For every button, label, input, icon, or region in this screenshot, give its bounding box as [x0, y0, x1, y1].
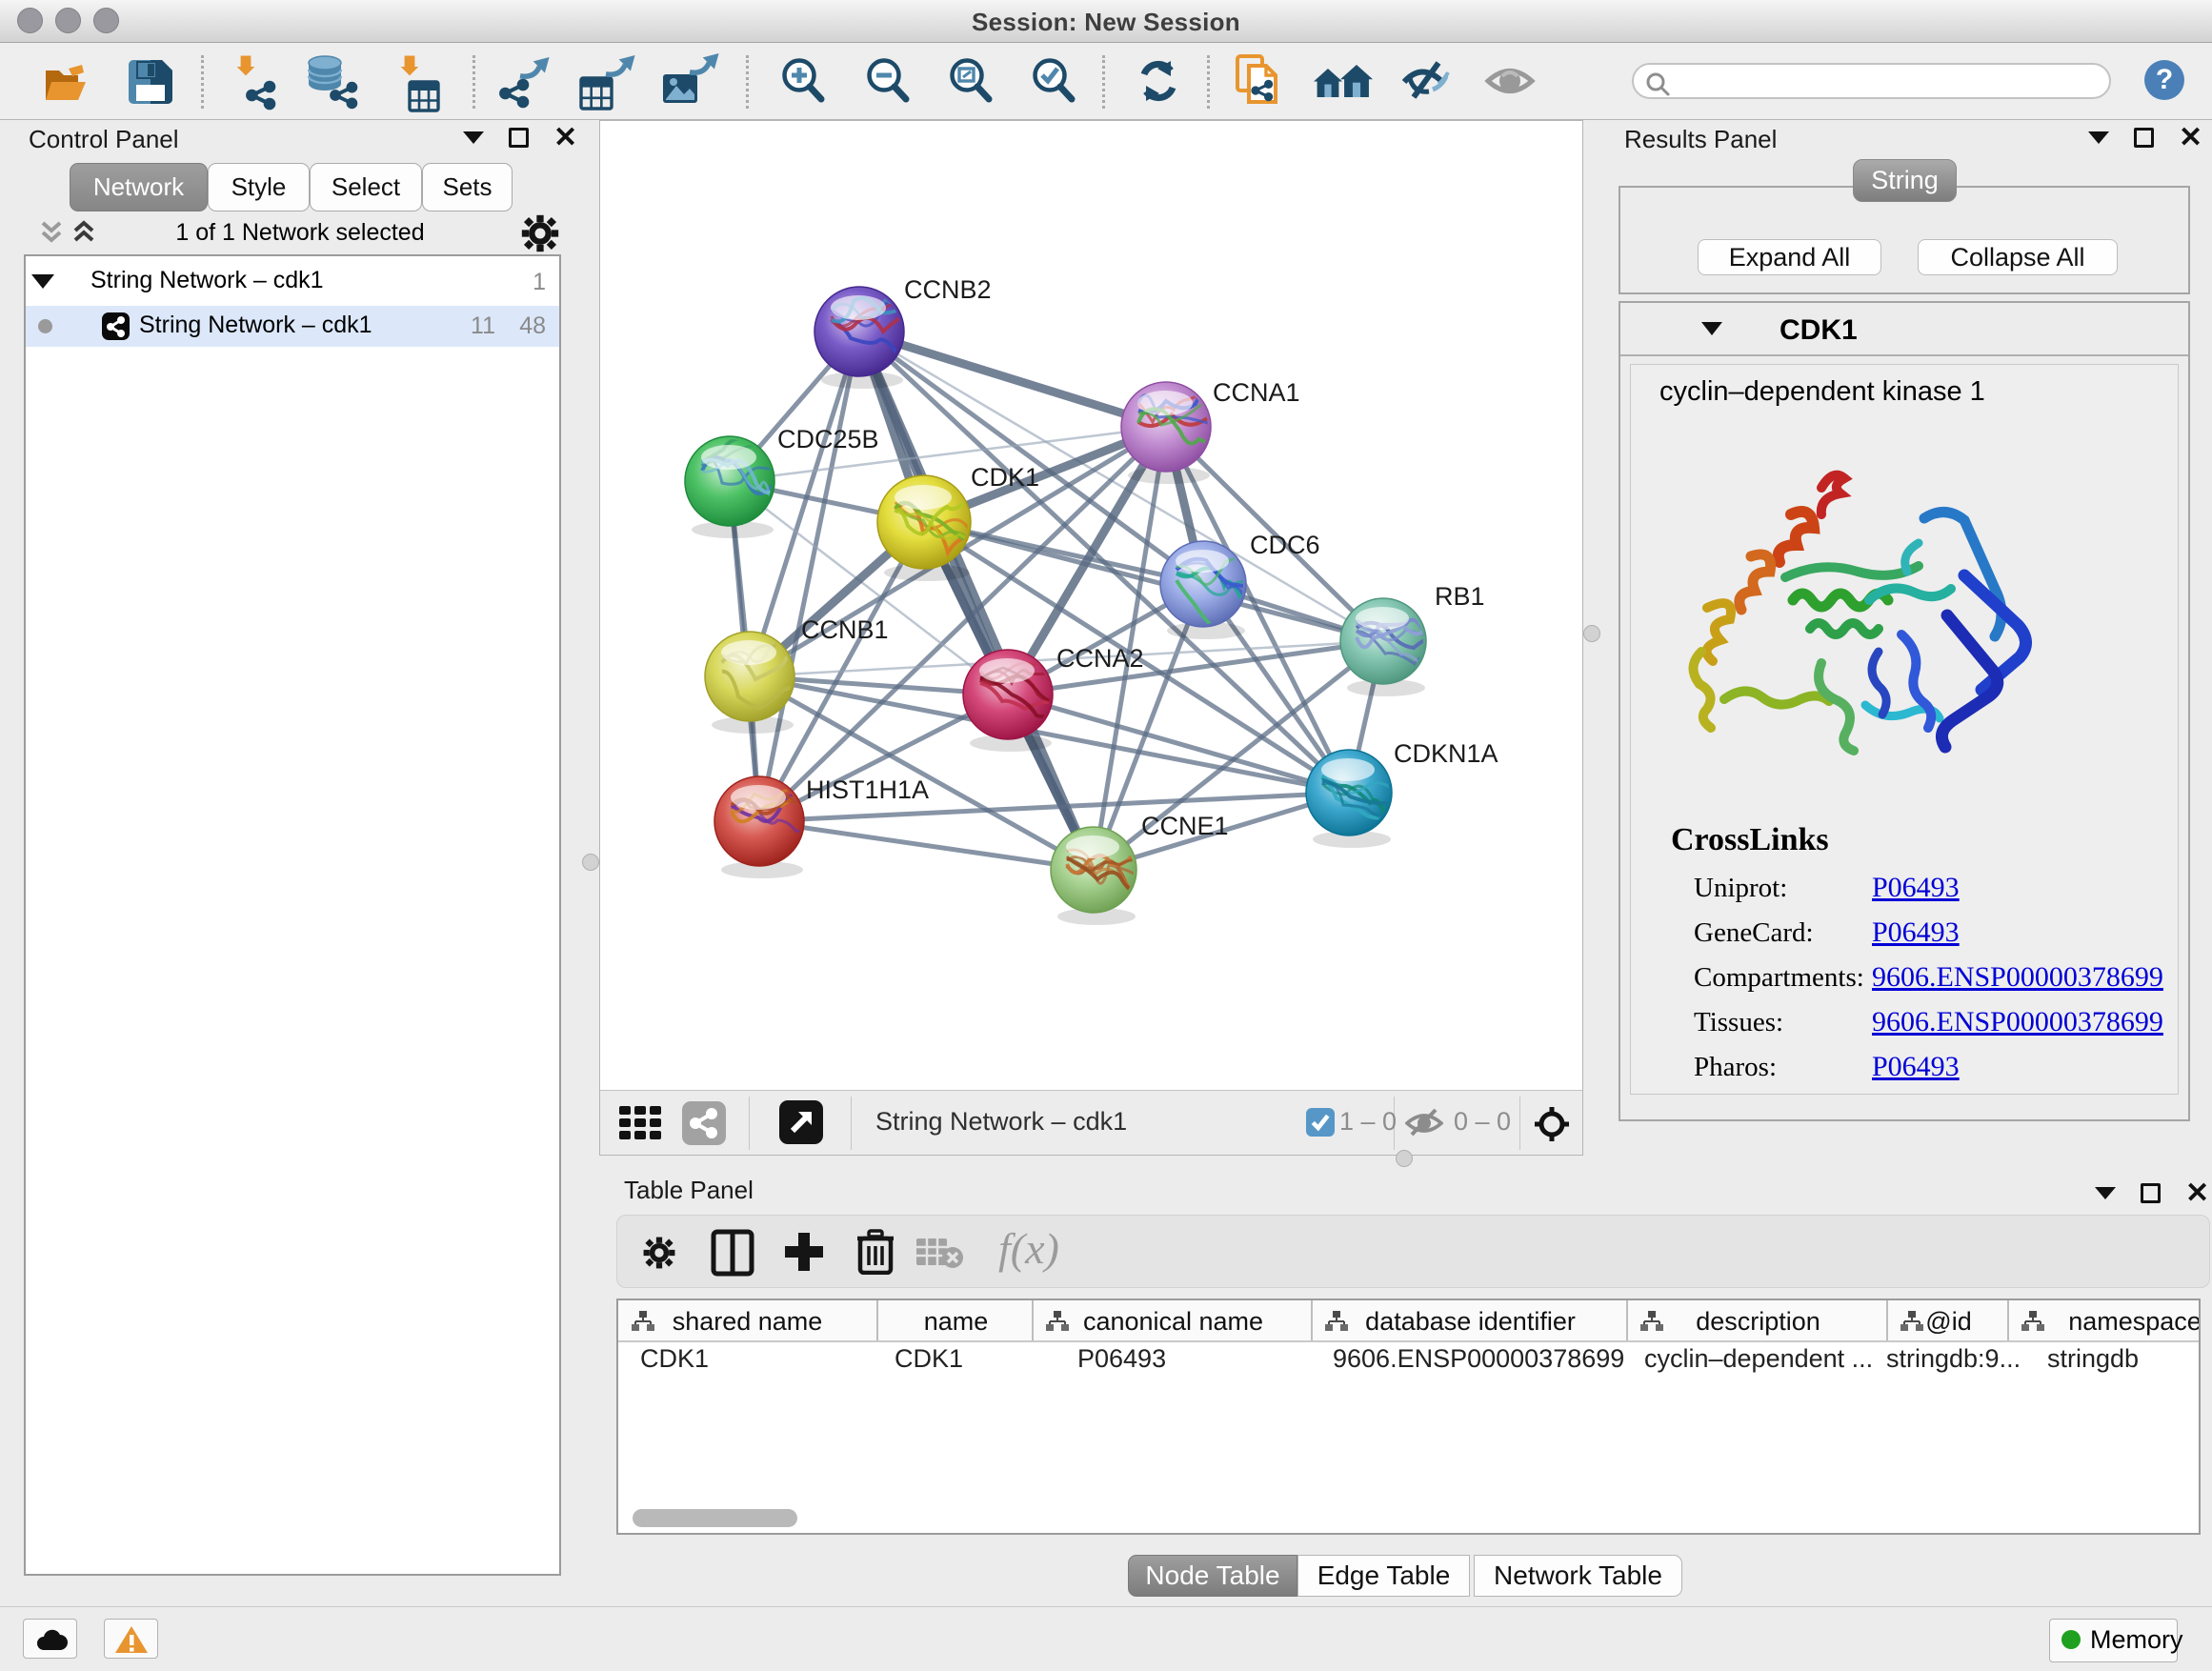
svg-text:CCNB1: CCNB1 [801, 615, 889, 644]
svg-text:CDC25B: CDC25B [777, 425, 879, 453]
svg-text:CCNA2: CCNA2 [1056, 644, 1144, 673]
svg-text:CDKN1A: CDKN1A [1394, 739, 1498, 768]
svg-text:CCNE1: CCNE1 [1141, 812, 1229, 840]
svg-text:RB1: RB1 [1435, 582, 1485, 611]
svg-text:CCNB2: CCNB2 [904, 275, 992, 304]
svg-text:CDK1: CDK1 [971, 463, 1039, 492]
svg-text:CDC6: CDC6 [1250, 531, 1320, 559]
svg-text:CCNA1: CCNA1 [1213, 378, 1300, 407]
svg-text:HIST1H1A: HIST1H1A [806, 775, 929, 804]
